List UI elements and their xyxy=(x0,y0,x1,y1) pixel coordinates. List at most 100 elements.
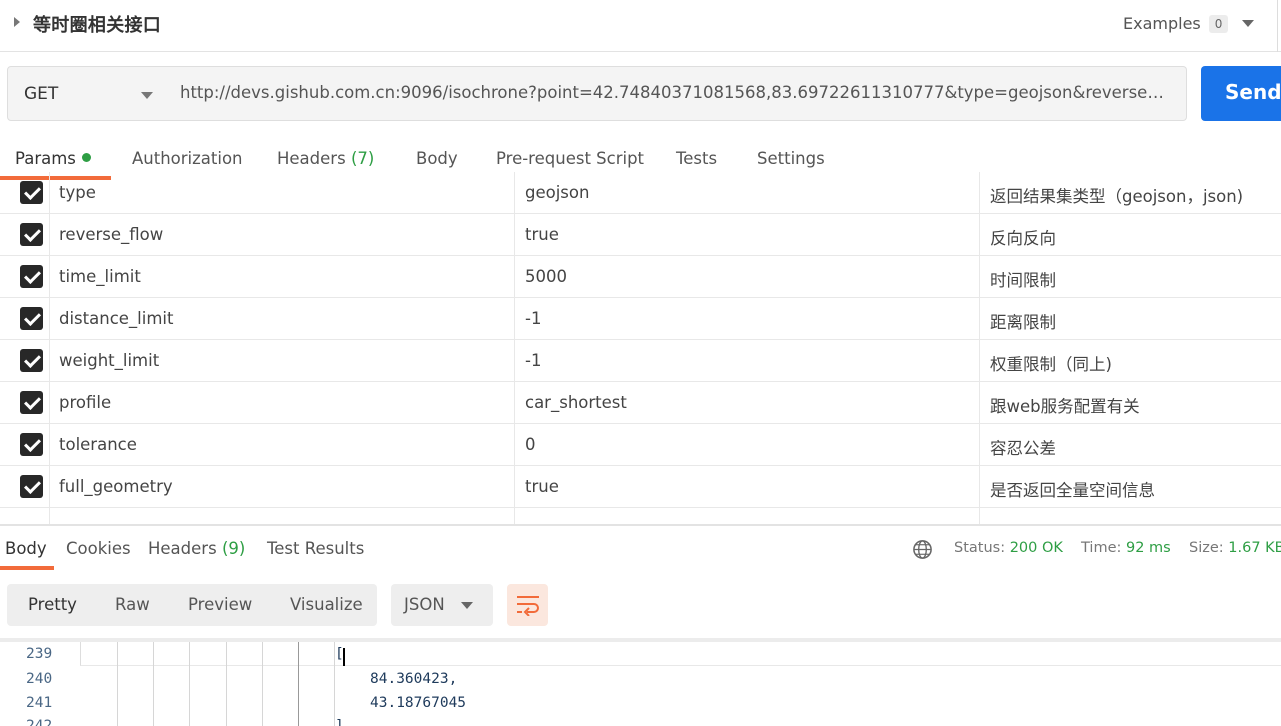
status-label: Status: xyxy=(954,540,1006,556)
table-row: reverse_flow true 反向反向 xyxy=(0,214,1281,256)
method-select[interactable]: GET xyxy=(7,66,167,121)
pretty-button[interactable]: Pretty xyxy=(28,595,77,614)
param-key[interactable]: time_limit xyxy=(59,267,141,286)
current-line-highlight xyxy=(80,642,1281,666)
chevron-down-icon xyxy=(141,92,153,99)
param-checkbox[interactable] xyxy=(20,433,43,456)
visualize-button[interactable]: Visualize xyxy=(290,595,363,614)
pane-splitter[interactable] xyxy=(0,524,1281,526)
param-value[interactable]: car_shortest xyxy=(525,393,627,412)
table-row: type geojson 返回结果集类型（geojson，json) xyxy=(0,172,1281,214)
param-description[interactable]: 时间限制 xyxy=(990,267,1056,291)
time-label: Time: xyxy=(1081,540,1122,556)
tab-tests[interactable]: Tests xyxy=(676,149,717,168)
code-line: ] xyxy=(335,718,344,726)
param-description[interactable]: 是否返回全量空间信息 xyxy=(990,477,1155,501)
size-readout: Size: 1.67 KB xyxy=(1189,540,1281,556)
param-description[interactable]: 距离限制 xyxy=(990,309,1056,333)
tab-body[interactable]: Body xyxy=(416,149,458,168)
request-title[interactable]: 等时圈相关接口 xyxy=(33,11,161,37)
param-key[interactable]: weight_limit xyxy=(59,351,159,370)
chevron-down-icon xyxy=(1242,20,1255,27)
param-checkbox[interactable] xyxy=(20,475,43,498)
param-value[interactable]: -1 xyxy=(525,351,541,370)
wrap-lines-button[interactable] xyxy=(507,584,548,626)
globe-icon[interactable] xyxy=(912,539,933,560)
param-checkbox[interactable] xyxy=(20,349,43,372)
time-value[interactable]: 92 ms xyxy=(1126,540,1171,556)
collapse-caret-icon[interactable] xyxy=(14,17,20,27)
param-key[interactable]: distance_limit xyxy=(59,309,173,328)
param-value[interactable]: true xyxy=(525,477,559,496)
indent-guide xyxy=(226,642,227,726)
tab-prerequest-script[interactable]: Pre-request Script xyxy=(496,149,644,168)
param-description[interactable]: 权重限制（同上) xyxy=(990,351,1112,375)
response-code-view[interactable]: 239 240 241 242 [ 84.360423, 43.18767045… xyxy=(0,638,1281,726)
param-key[interactable]: reverse_flow xyxy=(59,225,163,244)
param-key[interactable]: full_geometry xyxy=(59,477,173,496)
tab-response-headers[interactable]: Headers (9) xyxy=(148,539,245,558)
url-input[interactable]: http://devs.gishub.com.cn:9096/isochrone… xyxy=(166,66,1187,121)
tab-headers[interactable]: Headers (7) xyxy=(277,149,374,168)
param-description[interactable]: 反向反向 xyxy=(990,225,1056,249)
raw-button[interactable]: Raw xyxy=(115,595,150,614)
param-value[interactable]: 5000 xyxy=(525,267,567,286)
line-number: 242 xyxy=(26,718,53,726)
param-description[interactable]: 跟web服务配置有关 xyxy=(990,393,1140,417)
param-key[interactable]: type xyxy=(59,183,96,202)
param-checkbox[interactable] xyxy=(20,391,43,414)
active-tab-indicator xyxy=(0,566,54,570)
text-cursor xyxy=(343,648,345,666)
line-number: 239 xyxy=(26,646,53,662)
indent-guide xyxy=(189,642,190,726)
tab-cookies[interactable]: Cookies xyxy=(66,539,131,558)
format-label: JSON xyxy=(404,595,445,614)
preview-button[interactable]: Preview xyxy=(188,595,252,614)
tab-authorization[interactable]: Authorization xyxy=(132,149,243,168)
divider xyxy=(1277,0,1278,52)
examples-label: Examples xyxy=(1123,14,1201,33)
table-row: weight_limit -1 权重限制（同上) xyxy=(0,340,1281,382)
params-table: type geojson 返回结果集类型（geojson，json) rever… xyxy=(0,172,1281,524)
param-key[interactable]: tolerance xyxy=(59,435,137,454)
method-label: GET xyxy=(24,84,59,104)
size-value[interactable]: 1.67 KB xyxy=(1228,540,1281,556)
tab-response-headers-label: Headers xyxy=(148,539,217,558)
param-value[interactable]: -1 xyxy=(525,309,541,328)
param-value[interactable]: 0 xyxy=(525,435,536,454)
param-key[interactable]: profile xyxy=(59,393,111,412)
send-button[interactable]: Send xyxy=(1201,66,1281,121)
table-row: profile car_shortest 跟web服务配置有关 xyxy=(0,382,1281,424)
tab-settings[interactable]: Settings xyxy=(757,149,825,168)
request-header: 等时圈相关接口 Examples 0 xyxy=(0,0,1281,52)
size-label: Size: xyxy=(1189,540,1224,556)
tab-headers-label: Headers xyxy=(277,149,346,168)
param-checkbox[interactable] xyxy=(20,265,43,288)
examples-count-badge: 0 xyxy=(1208,14,1229,33)
status-readout: Status: 200 OK xyxy=(954,540,1063,556)
param-description[interactable]: 容忍公差 xyxy=(990,435,1056,459)
format-select[interactable]: JSON xyxy=(391,584,493,626)
tab-response-body[interactable]: Body xyxy=(5,539,47,558)
wrap-lines-icon xyxy=(517,596,539,616)
line-number: 241 xyxy=(26,695,53,711)
view-mode-group: Pretty Raw Preview Visualize xyxy=(7,584,377,626)
tab-headers-count: (7) xyxy=(350,149,375,168)
active-dot-icon xyxy=(81,153,91,162)
chevron-down-icon xyxy=(461,602,473,609)
param-value[interactable]: true xyxy=(525,225,559,244)
tab-test-results[interactable]: Test Results xyxy=(267,539,364,558)
param-checkbox[interactable] xyxy=(20,223,43,246)
param-description[interactable]: 返回结果集类型（geojson，json) xyxy=(990,183,1243,207)
param-value[interactable]: geojson xyxy=(525,183,589,202)
table-row: distance_limit -1 距离限制 xyxy=(0,298,1281,340)
line-number-gutter: 239 240 241 242 xyxy=(0,642,80,726)
line-number: 240 xyxy=(26,671,53,687)
param-checkbox[interactable] xyxy=(20,307,43,330)
tab-response-headers-count: (9) xyxy=(221,539,246,558)
param-checkbox[interactable] xyxy=(20,181,43,204)
indent-guide xyxy=(153,642,154,726)
status-value[interactable]: 200 OK xyxy=(1010,540,1063,556)
examples-dropdown[interactable]: Examples 0 xyxy=(1123,14,1255,33)
tab-params[interactable]: Params xyxy=(15,149,91,168)
